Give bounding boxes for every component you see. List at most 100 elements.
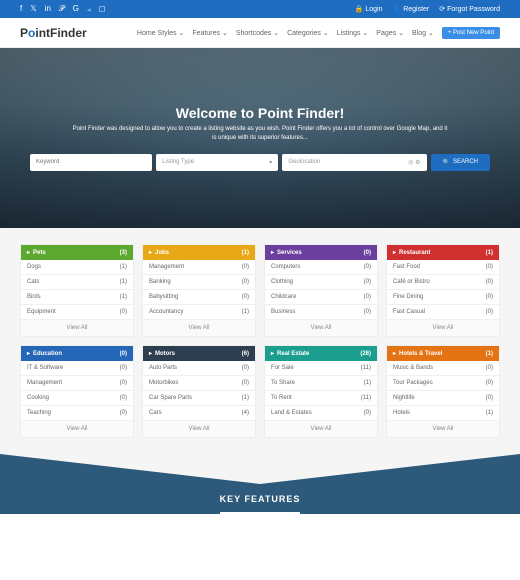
top-links: 🔒 Login 👤 Register ⟳ Forgot Password xyxy=(355,5,500,13)
category-item[interactable]: Music & Bands(0) xyxy=(387,361,499,376)
view-all-link[interactable]: View All xyxy=(143,320,255,336)
nav-shortcodes[interactable]: Shortcodes ⌄ xyxy=(236,29,279,37)
pinterest-icon[interactable]: 𝒫 xyxy=(59,4,65,14)
hero-title: Welcome to Point Finder! xyxy=(30,105,490,121)
category-header[interactable]: ▸Motors(6) xyxy=(143,346,255,361)
category-item[interactable]: Computers(0) xyxy=(265,260,377,275)
category-item[interactable]: To Rent(11) xyxy=(265,391,377,406)
view-all-link[interactable]: View All xyxy=(143,421,255,437)
category-item[interactable]: Cars(4) xyxy=(143,406,255,421)
category-item[interactable]: Babysitting(0) xyxy=(143,290,255,305)
category-item[interactable]: Dogs(1) xyxy=(21,260,133,275)
category-item[interactable]: Accountancy(1) xyxy=(143,305,255,320)
category-icon: ▸ xyxy=(149,250,152,256)
category-icon: ▸ xyxy=(271,351,274,357)
hero-subtitle: Point Finder was designed to allow you t… xyxy=(70,125,450,142)
geolocation-input[interactable]: Geolocation◎ ⚙ xyxy=(282,154,426,171)
category-box: ▸Education(0)IT & Software(0)Management(… xyxy=(20,345,134,438)
category-item[interactable]: Business(0) xyxy=(265,305,377,320)
location-icon: ◎ ⚙ xyxy=(408,159,420,166)
chevron-down-icon: ▾ xyxy=(269,159,272,166)
category-item[interactable]: Childcare(0) xyxy=(265,290,377,305)
social-icons: f 𝕏 in 𝒫 G ⟓ ◻ xyxy=(20,4,105,14)
categories-grid: ▸Pets(3)Dogs(1)Cats(1)Birds(1)Equipment(… xyxy=(0,228,520,454)
google-icon[interactable]: G xyxy=(73,4,79,14)
category-item[interactable]: Cats(1) xyxy=(21,275,133,290)
view-all-link[interactable]: View All xyxy=(265,320,377,336)
logo[interactable]: PointFinder xyxy=(20,26,87,40)
category-header[interactable]: ▸Hotels & Travel(1) xyxy=(387,346,499,361)
category-item[interactable]: Hotels(1) xyxy=(387,406,499,421)
rss-icon[interactable]: ⟓ xyxy=(87,4,91,14)
category-item[interactable]: Land & Estates(0) xyxy=(265,406,377,421)
hero: Welcome to Point Finder! Point Finder wa… xyxy=(0,48,520,228)
category-box: ▸Restaurant(1)Fast Food(0)Café or Bistro… xyxy=(386,244,500,337)
nav-features[interactable]: Features ⌄ xyxy=(192,29,227,37)
view-all-link[interactable]: View All xyxy=(265,421,377,437)
category-icon: ▸ xyxy=(27,351,30,357)
category-item[interactable]: Birds(1) xyxy=(21,290,133,305)
category-item[interactable]: Equipment(0) xyxy=(21,305,133,320)
register-link[interactable]: 👤 Register xyxy=(393,5,430,13)
category-icon: ▸ xyxy=(149,351,152,357)
forgot-link[interactable]: ⟳ Forgot Password xyxy=(439,5,500,13)
category-box: ▸Jobs(1)Management(0)Banking(0)Babysitti… xyxy=(142,244,256,337)
category-header[interactable]: ▸Jobs(1) xyxy=(143,245,255,260)
nav-home-styles[interactable]: Home Styles ⌄ xyxy=(137,29,185,37)
header: PointFinder Home Styles ⌄ Features ⌄ Sho… xyxy=(0,18,520,48)
search-button[interactable]: 🔍SEARCH xyxy=(431,154,491,171)
category-item[interactable]: Fine Dining(0) xyxy=(387,290,499,305)
linkedin-icon[interactable]: in xyxy=(45,4,51,14)
category-header[interactable]: ▸Education(0) xyxy=(21,346,133,361)
category-box: ▸Services(0)Computers(0)Clothing(0)Child… xyxy=(264,244,378,337)
login-link[interactable]: 🔒 Login xyxy=(355,5,383,13)
category-item[interactable]: Teaching(0) xyxy=(21,406,133,421)
category-item[interactable]: Nightlife(0) xyxy=(387,391,499,406)
nav-listings[interactable]: Listings ⌄ xyxy=(337,29,369,37)
listing-type-select[interactable]: Listing Type▾ xyxy=(156,154,278,171)
category-item[interactable]: Tour Packages(0) xyxy=(387,376,499,391)
category-item[interactable]: Clothing(0) xyxy=(265,275,377,290)
post-new-button[interactable]: + Post New Point xyxy=(442,27,500,39)
twitter-icon[interactable]: 𝕏 xyxy=(30,4,36,14)
category-icon: ▸ xyxy=(27,250,30,256)
instagram-icon[interactable]: ◻ xyxy=(99,4,106,14)
keyword-input[interactable] xyxy=(30,154,152,171)
search-bar: Listing Type▾ Geolocation◎ ⚙ 🔍SEARCH xyxy=(30,154,490,171)
category-header[interactable]: ▸Pets(3) xyxy=(21,245,133,260)
category-item[interactable]: Auto Parts(0) xyxy=(143,361,255,376)
category-icon: ▸ xyxy=(271,250,274,256)
main-nav: Home Styles ⌄ Features ⌄ Shortcodes ⌄ Ca… xyxy=(137,27,500,39)
category-icon: ▸ xyxy=(393,351,396,357)
category-item[interactable]: Café or Bistro(0) xyxy=(387,275,499,290)
category-icon: ▸ xyxy=(393,250,396,256)
view-all-link[interactable]: View All xyxy=(387,421,499,437)
category-item[interactable]: Motorbikes(0) xyxy=(143,376,255,391)
view-all-link[interactable]: View All xyxy=(21,421,133,437)
search-icon: 🔍 xyxy=(443,159,450,166)
category-item[interactable]: For Sale(11) xyxy=(265,361,377,376)
category-box: ▸Hotels & Travel(1)Music & Bands(0)Tour … xyxy=(386,345,500,438)
category-header[interactable]: ▸Real Estate(26) xyxy=(265,346,377,361)
category-item[interactable]: Fast Food(0) xyxy=(387,260,499,275)
category-item[interactable]: Cooking(0) xyxy=(21,391,133,406)
nav-categories[interactable]: Categories ⌄ xyxy=(287,29,329,37)
category-item[interactable]: Management(0) xyxy=(21,376,133,391)
category-item[interactable]: Management(0) xyxy=(143,260,255,275)
category-header[interactable]: ▸Services(0) xyxy=(265,245,377,260)
view-all-link[interactable]: View All xyxy=(21,320,133,336)
facebook-icon[interactable]: f xyxy=(20,4,22,14)
nav-pages[interactable]: Pages ⌄ xyxy=(376,29,404,37)
nav-blog[interactable]: Blog ⌄ xyxy=(412,29,434,37)
category-item[interactable]: Car Spare Parts(1) xyxy=(143,391,255,406)
category-header[interactable]: ▸Restaurant(1) xyxy=(387,245,499,260)
category-box: ▸Real Estate(26)For Sale(11)To Share(1)T… xyxy=(264,345,378,438)
category-box: ▸Pets(3)Dogs(1)Cats(1)Birds(1)Equipment(… xyxy=(20,244,134,337)
category-item[interactable]: IT & Software(0) xyxy=(21,361,133,376)
topbar: f 𝕏 in 𝒫 G ⟓ ◻ 🔒 Login 👤 Register ⟳ Forg… xyxy=(0,0,520,18)
category-item[interactable]: Fast Casual(0) xyxy=(387,305,499,320)
view-all-link[interactable]: View All xyxy=(387,320,499,336)
category-item[interactable]: Banking(0) xyxy=(143,275,255,290)
key-features-section: KEY FEATURES xyxy=(0,454,520,514)
category-item[interactable]: To Share(1) xyxy=(265,376,377,391)
